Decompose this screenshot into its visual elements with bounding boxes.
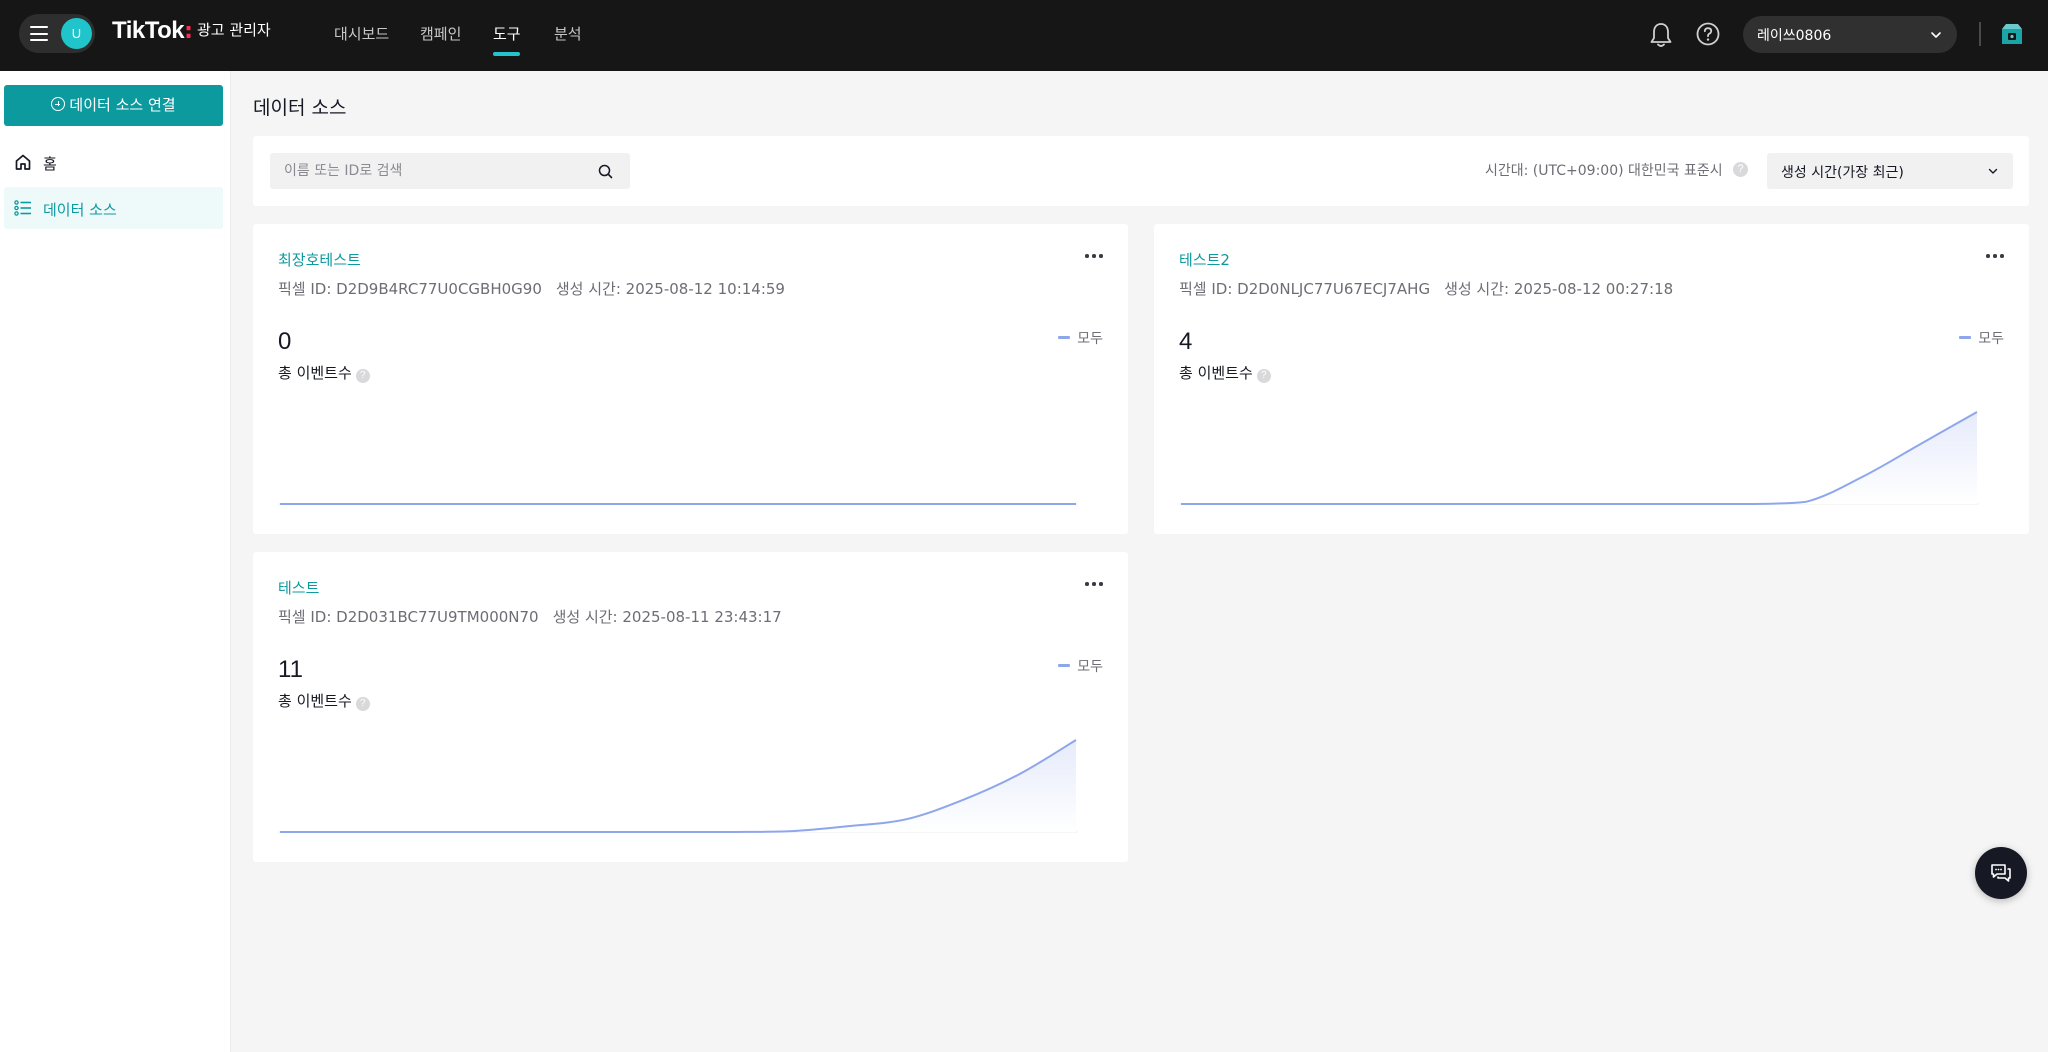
created-time: 생성 시간: 2025-08-12 10:14:59 (555, 280, 785, 298)
sidebar-item-label: 데이터 소스 (43, 201, 117, 219)
more-options-icon[interactable] (1084, 580, 1104, 588)
chart-legend: 모두 (1959, 328, 2004, 348)
sidebar-item-data-source[interactable]: 데이터 소스 (4, 187, 223, 229)
avatar[interactable]: U (61, 18, 92, 49)
more-options-icon[interactable] (1084, 252, 1104, 260)
top-divider (1979, 22, 1981, 46)
connect-data-source-label: 데이터 소스 연결 (69, 96, 176, 114)
data-source-name-link[interactable]: 테스트 (278, 577, 319, 598)
sidebar-item-label: 홈 (43, 155, 57, 173)
legend-label: 모두 (1978, 331, 2004, 347)
brand-wordmark: TikTok (112, 17, 185, 44)
data-source-card: 테스트 픽셀 ID: D2D031BC77U9TM000N70 생성 시간: 20… (253, 552, 1128, 862)
data-source-name-link[interactable]: 최장호테스트 (278, 249, 361, 270)
search-input[interactable] (270, 153, 590, 189)
created-time: 생성 시간: 2025-08-11 23:43:17 (552, 608, 782, 626)
chevron-down-icon (1988, 168, 1998, 174)
chart-legend: 모두 (1058, 656, 1103, 676)
help-icon[interactable]: ? (1733, 162, 1748, 177)
data-source-meta: 픽셀 ID: D2D0NLJC77U67ECJ7AHG 생성 시간: 2025-0… (1179, 278, 1673, 299)
account-switcher[interactable]: 레이쓰0806 (1743, 16, 1957, 53)
event-count: 4 (1179, 328, 1193, 355)
chart-legend: 모두 (1058, 328, 1103, 348)
legend-swatch (1959, 336, 1972, 339)
sidebar-item-home[interactable]: 홈 (4, 141, 223, 183)
data-source-meta: 픽셀 ID: D2D9B4RC77U0CGBH0G90 생성 시간: 2025-0… (278, 278, 785, 299)
connect-data-source-button[interactable]: 데이터 소스 연결 (4, 85, 223, 126)
brand-logo[interactable]: TikTok: 광고 관리자 (112, 17, 271, 47)
chart-area (280, 740, 1076, 832)
help-icon[interactable]: ? (355, 369, 370, 383)
more-options-icon[interactable] (1985, 252, 2005, 260)
event-count: 11 (278, 656, 303, 683)
legend-label: 모두 (1077, 331, 1103, 347)
search-box (270, 153, 630, 189)
brand-subtitle: 광고 관리자 (196, 21, 271, 39)
event-trend-chart (278, 739, 1078, 833)
pixel-id: 픽셀 ID: D2D9B4RC77U0CGBH0G90 (278, 280, 542, 298)
filter-bar: 시간대: (UTC+09:00) 대한민국 표준시 ? 생성 시간(가장 최근) (253, 136, 2029, 206)
event-count-label: 총 이벤트수 (278, 692, 352, 710)
plus-circle-icon (51, 97, 66, 111)
event-count-label-row: 총 이벤트수? (278, 362, 370, 383)
event-count-label: 총 이벤트수 (278, 364, 352, 382)
nav-active-indicator (493, 52, 520, 56)
sort-select[interactable]: 생성 시간(가장 최근) (1767, 153, 2013, 189)
data-source-name-link[interactable]: 테스트2 (1179, 249, 1230, 270)
event-count-label-row: 총 이벤트수? (1179, 362, 1271, 383)
nav-item-dashboard[interactable]: 대시보드 (334, 23, 389, 44)
menu-icon (30, 26, 48, 41)
chat-support-button[interactable] (1975, 847, 2027, 899)
search-icon[interactable] (598, 164, 613, 179)
sidebar: 데이터 소스 연결 홈 데이터 소스 (0, 71, 231, 1052)
sort-select-value: 생성 시간(가장 최근) (1781, 165, 1904, 181)
list-icon (14, 200, 31, 216)
chart-area (1181, 412, 1977, 504)
menu-button[interactable]: U (19, 14, 95, 53)
nav-item-analysis[interactable]: 분석 (554, 23, 582, 44)
pixel-id: 픽셀 ID: D2D031BC77U9TM000N70 (278, 608, 539, 626)
help-icon[interactable]: ? (1256, 369, 1271, 383)
top-bar: U TikTok: 광고 관리자 대시보드 캠페인 도구 분석 레이쓰0806 (0, 0, 2048, 71)
help-icon[interactable]: ? (355, 697, 370, 711)
bell-icon[interactable] (1648, 21, 1674, 49)
brand-colon: : (184, 19, 193, 44)
data-source-meta: 픽셀 ID: D2D031BC77U9TM000N70 생성 시간: 2025-0… (278, 606, 782, 627)
event-trend-chart (278, 503, 1078, 505)
nav-item-tools[interactable]: 도구 (493, 23, 521, 44)
legend-swatch (1058, 664, 1071, 667)
event-trend-chart (1179, 411, 1979, 505)
nav-item-campaign[interactable]: 캠페인 (420, 23, 461, 44)
page-title: 데이터 소스 (253, 97, 347, 119)
legend-label: 모두 (1077, 659, 1103, 675)
data-source-card: 테스트2 픽셀 ID: D2D0NLJC77U67ECJ7AHG 생성 시간: 2… (1154, 224, 2029, 534)
help-icon[interactable] (1695, 21, 1721, 47)
store-icon[interactable] (1998, 20, 2026, 48)
created-time: 생성 시간: 2025-08-12 00:27:18 (1444, 280, 1674, 298)
timezone-label: 시간대: (UTC+09:00) 대한민국 표준시 (1485, 163, 1723, 179)
event-count: 0 (278, 328, 292, 355)
home-icon (15, 154, 31, 170)
pixel-id: 픽셀 ID: D2D0NLJC77U67ECJ7AHG (1179, 280, 1431, 298)
chat-icon (1991, 864, 2011, 882)
data-source-card: 최장호테스트 픽셀 ID: D2D9B4RC77U0CGBH0G90 생성 시간:… (253, 224, 1128, 534)
event-count-label: 총 이벤트수 (1179, 364, 1253, 382)
account-name: 레이쓰0806 (1757, 28, 1832, 44)
chevron-down-icon (1931, 32, 1941, 38)
event-count-label-row: 총 이벤트수? (278, 690, 370, 711)
legend-swatch (1058, 336, 1071, 339)
